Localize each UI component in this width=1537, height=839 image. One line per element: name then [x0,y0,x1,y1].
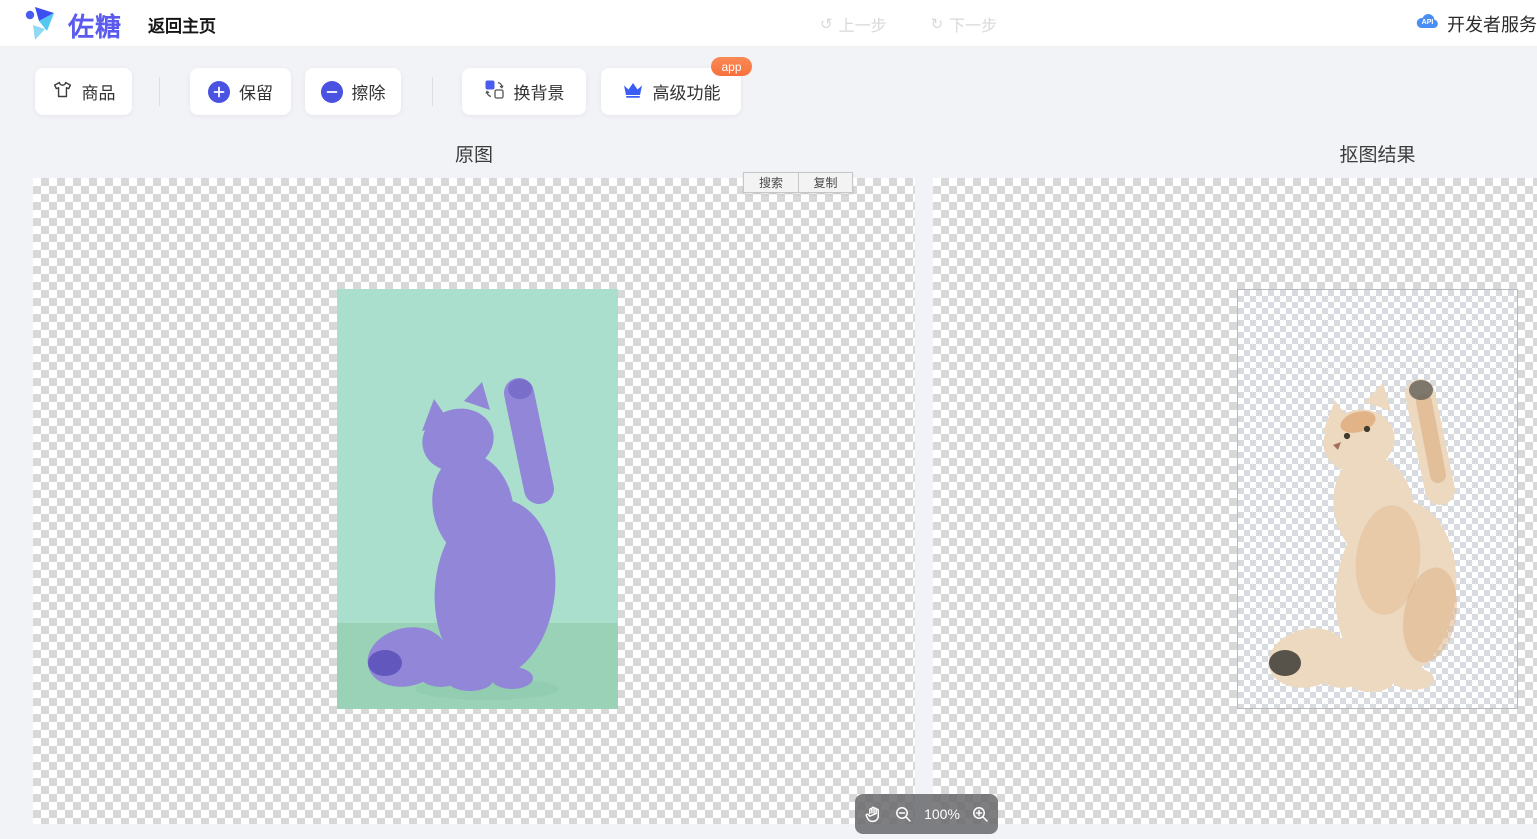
original-image-label: 原图 [33,140,915,167]
toolbar-divider [432,77,433,106]
redo-button[interactable]: ↻ 下一步 [931,12,998,36]
developer-services-label: 开发者服务 [1447,11,1537,37]
developer-services-link[interactable]: API 开发者服务 [1415,0,1537,47]
cutout-result-box [1237,289,1518,709]
header: 佐糖 返回主页 ↺ 上一步 ↻ 下一步 API 开发者服务 [0,0,1537,47]
api-cloud-icon: API [1415,12,1440,35]
cutout-result-label: 抠图结果 [1237,140,1518,167]
advanced-features-label: 高级功能 [653,79,721,104]
crown-icon [622,81,644,103]
copy-button[interactable]: 复制 [798,173,852,192]
plus-circle-icon [208,81,230,103]
original-image[interactable] [337,289,618,709]
change-background-label: 换背景 [514,79,565,104]
history-controls: ↺ 上一步 ↻ 下一步 [820,0,997,47]
app-badge: app [711,57,752,76]
zoom-in-icon[interactable] [972,806,989,823]
change-background-button[interactable]: 换背景 [462,68,586,115]
selection-popup: 搜索 复制 [743,172,853,193]
redo-icon: ↻ [931,15,944,33]
brand-logo[interactable]: 佐糖 [22,4,122,47]
cat-highlight-overlay [337,289,618,709]
erase-label: 擦除 [352,79,386,104]
keep-label: 保留 [239,79,273,104]
keep-button[interactable]: 保留 [190,68,291,115]
minus-circle-icon [321,81,343,103]
zoom-level: 100% [924,806,960,822]
hand-pan-icon[interactable] [864,805,883,824]
product-button[interactable]: 商品 [35,68,132,115]
undo-icon: ↺ [820,15,833,33]
toolbar-divider [159,77,160,106]
swap-background-icon [484,79,505,105]
svg-text:API: API [1422,19,1434,26]
zoom-toolbar: 100% [855,794,998,834]
product-label: 商品 [82,79,116,104]
redo-label: 下一步 [949,12,997,36]
back-home-link[interactable]: 返回主页 [148,12,216,37]
zoom-out-icon[interactable] [895,806,912,823]
erase-button[interactable]: 擦除 [305,68,401,115]
search-button[interactable]: 搜索 [744,173,798,192]
undo-label: 上一步 [839,12,887,36]
cutout-cat-image [1238,290,1519,710]
tshirt-icon [52,79,73,105]
zuotang-logo-icon [22,4,58,47]
undo-button[interactable]: ↺ 上一步 [820,12,887,36]
brand-name: 佐糖 [68,7,122,44]
